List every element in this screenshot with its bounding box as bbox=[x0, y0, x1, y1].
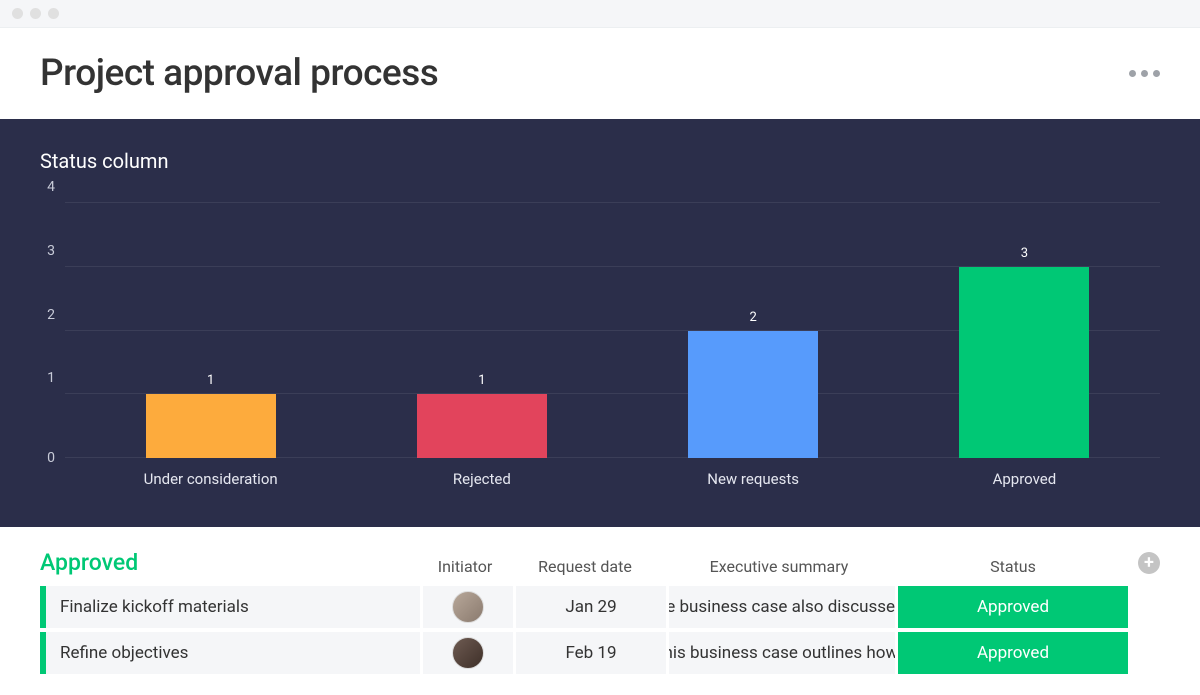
chart-x-label: Under consideration bbox=[75, 470, 346, 488]
cell-executive-summary[interactable]: The business case also discusses... bbox=[669, 586, 895, 628]
cell-item-name[interactable]: Finalize kickoff materials bbox=[46, 586, 420, 628]
chart-bar[interactable] bbox=[417, 394, 547, 458]
chart-panel: Status column 0 1 2 3 4 1 1 2 3 Under consi… bbox=[0, 119, 1200, 527]
cell-item-name[interactable]: Refine objectives bbox=[46, 632, 420, 674]
chart-bar[interactable] bbox=[688, 331, 818, 459]
column-header-initiator[interactable]: Initiator bbox=[420, 557, 510, 576]
group-title[interactable]: Approved bbox=[40, 549, 420, 576]
page-header: Project approval process bbox=[0, 28, 1200, 119]
add-column-button[interactable]: + bbox=[1138, 552, 1160, 574]
cell-request-date[interactable]: Jan 29 bbox=[516, 586, 666, 628]
y-tick: 2 bbox=[40, 307, 55, 323]
y-tick: 1 bbox=[40, 370, 55, 386]
avatar[interactable] bbox=[452, 637, 484, 669]
table-section: Approved Initiator Request date Executiv… bbox=[0, 527, 1200, 674]
cell-status[interactable]: Approved bbox=[898, 586, 1128, 628]
y-tick: 4 bbox=[40, 179, 55, 195]
table-row[interactable]: Finalize kickoff materials Jan 29The busi… bbox=[40, 586, 1160, 628]
chart-plot: 1 1 2 3 bbox=[75, 203, 1160, 458]
window-control-zoom[interactable] bbox=[48, 8, 59, 19]
cell-executive-summary[interactable]: This business case outlines how... bbox=[669, 632, 895, 674]
cell-status[interactable]: Approved bbox=[898, 632, 1128, 674]
window-chrome bbox=[0, 0, 1200, 28]
window-control-close[interactable] bbox=[12, 8, 23, 19]
chart-bar-slot: 2 bbox=[618, 203, 889, 458]
column-headers: Initiator Request date Executive summary… bbox=[420, 557, 1128, 576]
chart-title: Status column bbox=[40, 149, 1160, 173]
plus-icon: + bbox=[1144, 552, 1154, 573]
chart-bar-slot: 3 bbox=[889, 203, 1160, 458]
more-options-button[interactable] bbox=[1129, 70, 1160, 77]
column-header-executive-summary[interactable]: Executive summary bbox=[660, 557, 898, 576]
window-control-minimize[interactable] bbox=[30, 8, 41, 19]
row-trailing-spacer bbox=[1128, 586, 1160, 628]
chart-bar-slot: 1 bbox=[346, 203, 617, 458]
chart-x-labels: Under considerationRejectedNew requestsA… bbox=[75, 470, 1160, 488]
avatar[interactable] bbox=[452, 591, 484, 623]
chart-x-label: Rejected bbox=[346, 470, 617, 488]
chart-y-axis: 0 1 2 3 4 bbox=[40, 203, 60, 458]
cell-initiator[interactable] bbox=[423, 632, 513, 674]
group-header-row: Approved Initiator Request date Executiv… bbox=[40, 549, 1160, 576]
column-header-request-date[interactable]: Request date bbox=[510, 557, 660, 576]
y-tick: 0 bbox=[40, 450, 55, 466]
cell-request-date[interactable]: Feb 19 bbox=[516, 632, 666, 674]
page-title: Project approval process bbox=[40, 52, 438, 95]
chart-x-label: Approved bbox=[889, 470, 1160, 488]
chart-bar-slot: 1 bbox=[75, 203, 346, 458]
chart-bar[interactable] bbox=[959, 267, 1089, 458]
chart-area: 0 1 2 3 4 1123 bbox=[60, 203, 1160, 458]
chart-bar-value: 1 bbox=[207, 373, 214, 388]
column-header-status[interactable]: Status bbox=[898, 557, 1128, 576]
y-tick: 3 bbox=[40, 243, 55, 259]
cell-initiator[interactable] bbox=[423, 586, 513, 628]
table-body: Finalize kickoff materials Jan 29The busi… bbox=[40, 586, 1160, 674]
table-row[interactable]: Refine objectives Feb 19This business cas… bbox=[40, 632, 1160, 674]
row-trailing-spacer bbox=[1128, 632, 1160, 674]
chart-bar-value: 1 bbox=[478, 373, 485, 388]
chart-bar[interactable] bbox=[146, 394, 276, 458]
chart-x-label: New requests bbox=[618, 470, 889, 488]
chart-bar-value: 2 bbox=[749, 310, 756, 325]
chart-bar-value: 3 bbox=[1021, 246, 1028, 261]
